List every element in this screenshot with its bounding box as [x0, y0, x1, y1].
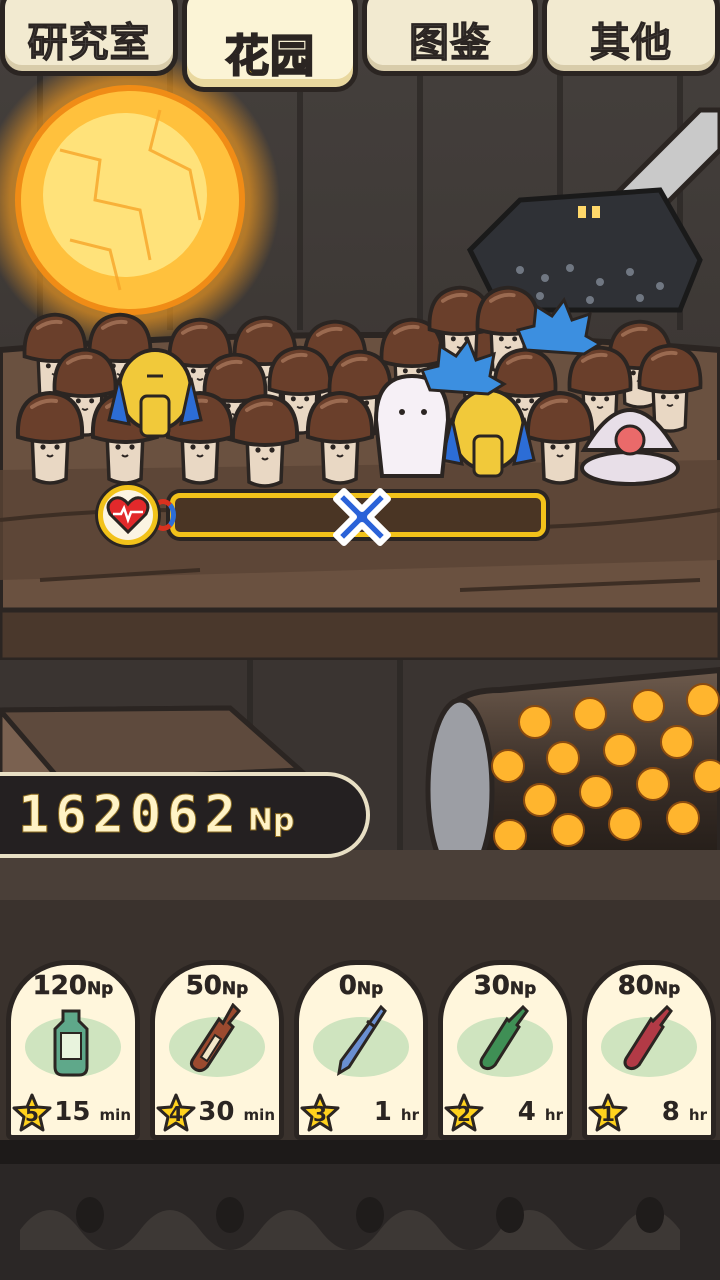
item-time-value: 4 — [517, 1097, 536, 1127]
pen-icon — [336, 1004, 387, 1076]
tall-bottle-icon — [189, 1003, 242, 1073]
item-cost-unit: Np — [356, 979, 384, 1000]
item-card[interactable]: 50Np 4 30 min — [150, 960, 284, 1140]
item-cost: 50Np — [155, 971, 279, 1002]
item-card[interactable]: 30Np 2 4 hr — [438, 960, 572, 1140]
nameko[interactable] — [230, 393, 300, 488]
item-time-unit: hr — [544, 1106, 563, 1124]
item-time: 8 hr — [662, 1097, 707, 1127]
item-time-value: 1 — [373, 1097, 392, 1127]
item-time-unit: hr — [688, 1106, 707, 1124]
item-level: 2 — [457, 1102, 471, 1126]
item-shelf: 120Np 5 15 min 50Np 4 30 min 0Np 3 1 hr … — [0, 960, 720, 1145]
item-cost-value: 80 — [617, 971, 654, 1002]
item-cost: 30Np — [443, 971, 567, 1002]
item-cost: 80Np — [587, 971, 711, 1002]
item-level: 4 — [169, 1102, 183, 1126]
top-tab-bar: 研究室 花园 图鉴 其他 — [0, 0, 720, 92]
item-cost-value: 0 — [338, 971, 357, 1002]
nameko[interactable] — [15, 390, 85, 485]
item-time-unit: min — [243, 1106, 275, 1124]
item-time-value: 8 — [661, 1097, 680, 1127]
item-cost-unit: Np — [509, 979, 537, 1000]
item-time-value: 15 — [54, 1097, 91, 1127]
item-cost-value: 120 — [32, 971, 87, 1002]
bottle-icon — [53, 1009, 89, 1077]
tab-garden[interactable]: 花园 — [182, 0, 358, 92]
ampoule-icon — [623, 1004, 673, 1071]
item-card[interactable]: 120Np 5 15 min — [6, 960, 140, 1140]
item-cost-unit: Np — [653, 979, 681, 1000]
item-cost: 120Np — [11, 971, 135, 1002]
item-time: 15 min — [54, 1097, 131, 1127]
tab-other[interactable]: 其他 — [542, 0, 720, 76]
item-cost-value: 50 — [185, 971, 222, 1002]
affection-gauge — [98, 485, 550, 547]
money-value: 162062 — [18, 785, 242, 846]
item-cost-unit: Np — [221, 979, 249, 1000]
item-level: 5 — [25, 1102, 39, 1126]
tab-lab[interactable]: 研究室 — [0, 0, 178, 76]
heart-icon[interactable] — [98, 485, 158, 545]
tab-lab-label: 研究室 — [27, 20, 151, 67]
item-level: 3 — [313, 1102, 327, 1126]
item-card[interactable]: 0Np 3 1 hr — [294, 960, 428, 1140]
tab-encyclopedia-label: 图鉴 — [409, 20, 491, 67]
nameko[interactable] — [305, 390, 375, 485]
vial-icon — [479, 1004, 529, 1071]
item-cost-unit: Np — [86, 979, 114, 1000]
item-time: 1 hr — [374, 1097, 419, 1127]
item-time-unit: hr — [400, 1106, 419, 1124]
x-mark-icon — [333, 488, 391, 546]
item-card[interactable]: 80Np 1 8 hr — [582, 960, 716, 1140]
item-level: 1 — [601, 1102, 615, 1126]
tab-encyclopedia[interactable]: 图鉴 — [362, 0, 538, 76]
item-cost: 0Np — [299, 971, 423, 1002]
money-counter: 162062 Np — [0, 772, 370, 858]
item-time: 4 hr — [518, 1097, 563, 1127]
item-time: 30 min — [198, 1097, 275, 1127]
tab-garden-label: 花园 — [224, 30, 315, 83]
item-time-value: 30 — [198, 1097, 235, 1127]
item-time-unit: min — [99, 1106, 131, 1124]
item-cost-value: 30 — [473, 971, 510, 1002]
tab-other-label: 其他 — [590, 20, 672, 67]
money-unit: Np — [247, 802, 295, 838]
